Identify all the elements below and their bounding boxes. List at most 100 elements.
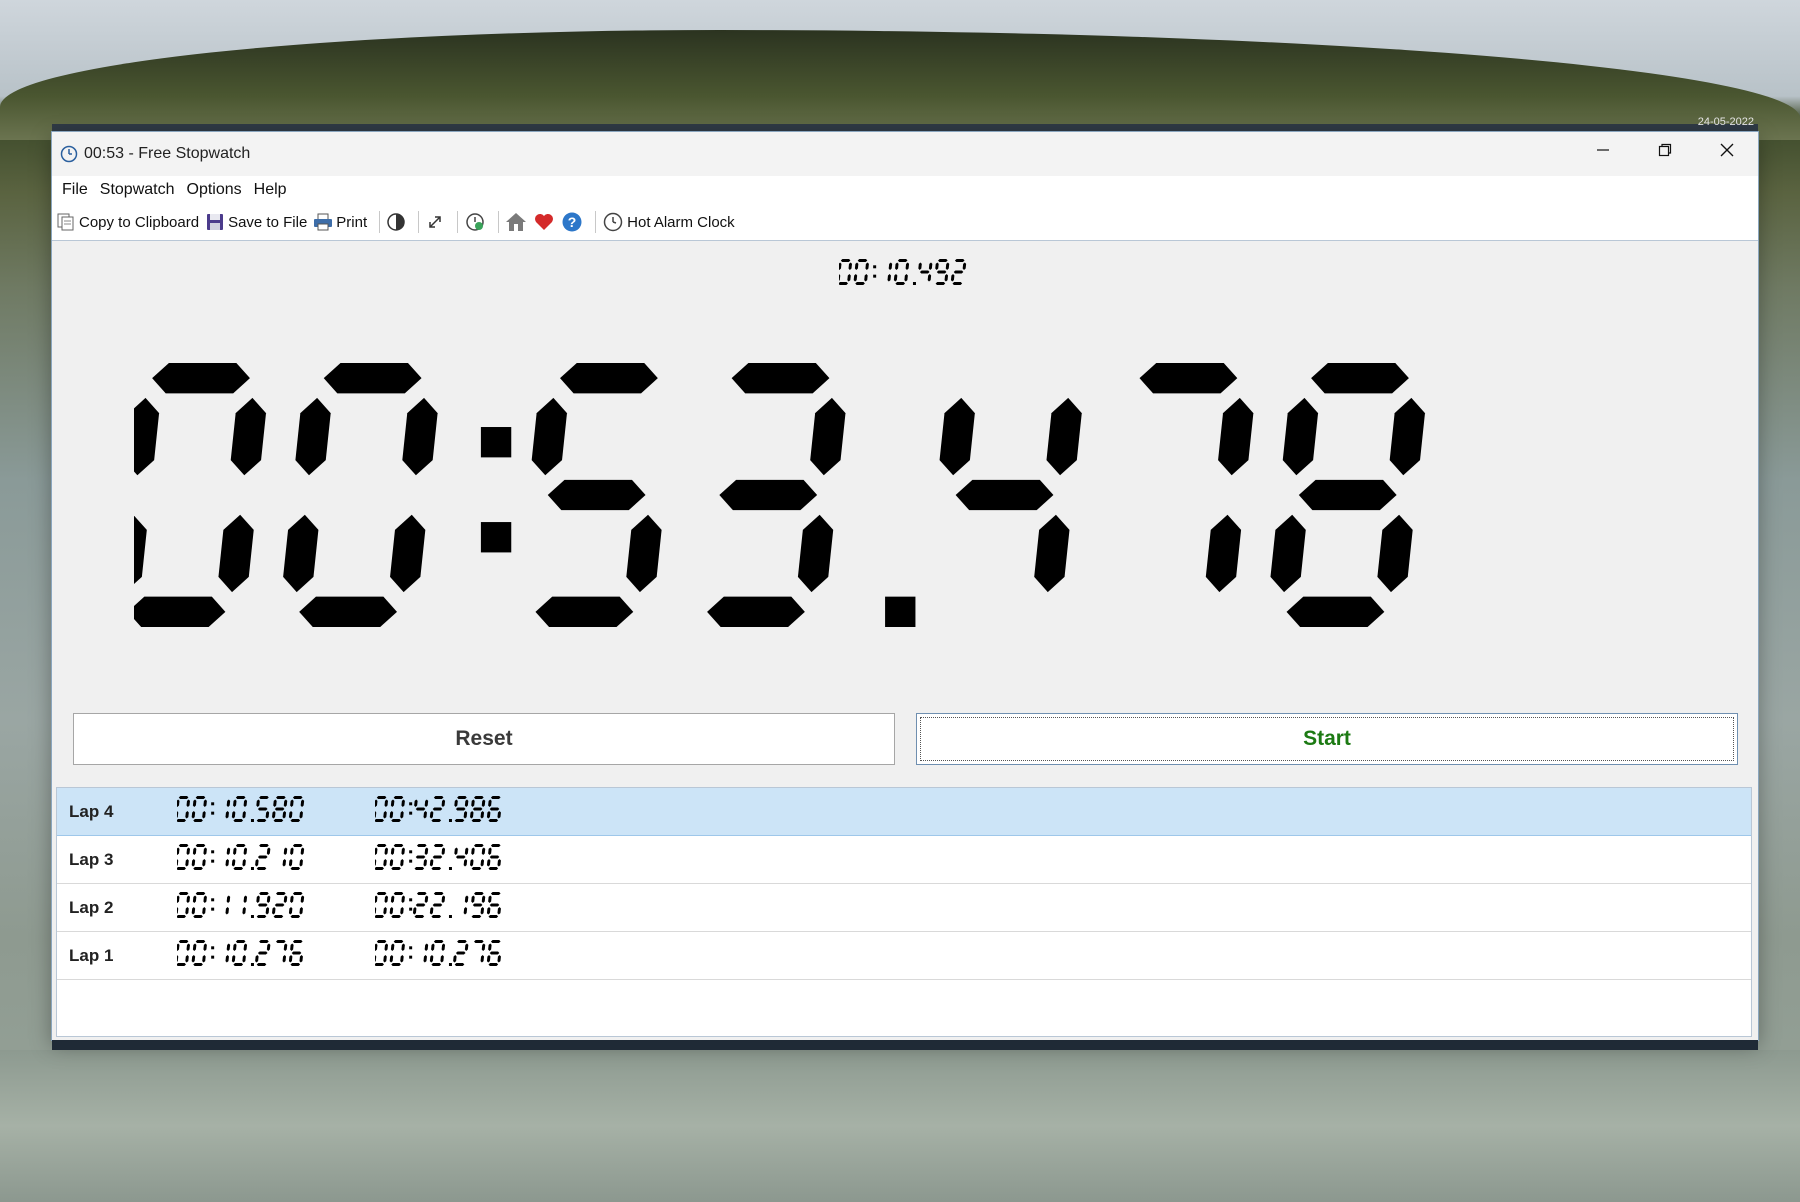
segment-e [111, 514, 147, 593]
lap-total-time [372, 796, 501, 822]
home-button[interactable] [505, 211, 527, 233]
menu-help[interactable]: Help [248, 181, 293, 199]
segment-d [256, 963, 267, 966]
segment-d [256, 915, 267, 918]
contrast-button[interactable] [386, 212, 406, 232]
print-button[interactable]: Print [313, 212, 367, 232]
segment-a [474, 892, 484, 895]
reset-button[interactable]: Reset [73, 713, 895, 765]
segment-a [276, 940, 286, 943]
segment-f [373, 895, 378, 904]
segment-b [384, 895, 389, 904]
fullscreen-button[interactable] [425, 212, 445, 232]
segment-c [626, 514, 662, 593]
hot-alarm-clock-button[interactable]: Hot Alarm Clock [602, 211, 735, 233]
segment-f [290, 943, 294, 952]
title-bar[interactable]: 00:53 - Free Stopwatch [52, 132, 1758, 176]
segment-f [290, 847, 294, 856]
segment-c [225, 858, 229, 867]
close-button[interactable] [1696, 132, 1758, 168]
help-button[interactable]: ? [561, 211, 583, 233]
segment-g [472, 807, 483, 811]
segment-b [384, 943, 389, 952]
segment-b [283, 895, 288, 904]
segment-b [243, 895, 248, 904]
segment-c [185, 858, 189, 867]
copy-to-clipboard-button[interactable]: Copy to Clipboard [56, 212, 199, 232]
segment-a [152, 363, 250, 394]
segment-a [178, 892, 189, 895]
decimal-dot [448, 867, 452, 870]
segment-e [412, 906, 417, 915]
segment-d [1286, 596, 1385, 627]
segment-e [486, 858, 491, 867]
digit-0 [191, 892, 207, 918]
lap-row[interactable]: Lap 4 [57, 788, 1751, 836]
segment-f [471, 799, 475, 808]
segment-f [471, 895, 475, 904]
save-to-file-button[interactable]: Save to File [205, 212, 307, 232]
segment-e [174, 954, 179, 963]
segment-f [373, 943, 378, 952]
lap-row[interactable]: Lap 1 [57, 932, 1751, 980]
digit-0 [389, 940, 405, 966]
alarm-clock-icon [603, 212, 623, 232]
segment-b [226, 895, 231, 904]
menu-options[interactable]: Options [181, 181, 248, 199]
colon-dot [409, 850, 413, 854]
segment-c [282, 954, 287, 963]
decimal-dot [250, 963, 254, 966]
restore-button[interactable] [1634, 132, 1696, 168]
segment-f [175, 943, 180, 952]
segment-c [497, 954, 501, 963]
lap-row[interactable]: Lap 3 [57, 836, 1751, 884]
menu-file[interactable]: File [56, 181, 94, 199]
segment-c [265, 906, 270, 915]
digit-2 [272, 892, 288, 918]
colon-dot [211, 859, 215, 863]
segment-g [432, 807, 443, 811]
segment-c [265, 810, 270, 819]
segment-f [390, 799, 395, 808]
segment-f [454, 799, 458, 808]
digit-0 [111, 363, 267, 627]
segment-g [415, 807, 426, 811]
print-icon [314, 213, 333, 231]
lap-split-time [174, 844, 305, 870]
segment-d [193, 963, 203, 966]
segment-f [390, 943, 395, 952]
segment-b [283, 943, 288, 952]
segment-d [374, 819, 385, 822]
digit-8 [272, 796, 288, 822]
clock-refresh-button[interactable] [464, 211, 486, 233]
digit-9 [256, 892, 271, 918]
minimize-icon [1597, 149, 1609, 151]
segment-c [400, 810, 404, 819]
lap-total-time [372, 892, 501, 918]
segment-g [953, 270, 963, 274]
segment-f [934, 262, 939, 271]
segment-f [273, 799, 277, 808]
digit-9 [454, 796, 469, 822]
digit-8 [470, 796, 486, 822]
minimize-button[interactable] [1572, 132, 1634, 168]
segment-e [950, 273, 954, 282]
segment-d [854, 282, 865, 285]
favorite-button[interactable] [533, 211, 555, 233]
main-time-display [111, 363, 1483, 632]
segment-e [429, 858, 434, 867]
start-button[interactable]: Start [916, 713, 1738, 765]
digit-5 [256, 796, 270, 822]
segment-d [176, 963, 187, 966]
segment-c [463, 810, 468, 819]
segment-e [389, 906, 394, 915]
segment-a [376, 844, 387, 847]
segment-d [431, 963, 442, 966]
segment-c [299, 858, 303, 867]
segment-b [243, 847, 248, 856]
segment-g [415, 855, 426, 859]
lap-row[interactable]: Lap 2 [57, 884, 1751, 932]
segment-b [905, 262, 909, 271]
menu-stopwatch[interactable]: Stopwatch [94, 181, 181, 199]
segment-a [292, 796, 303, 799]
